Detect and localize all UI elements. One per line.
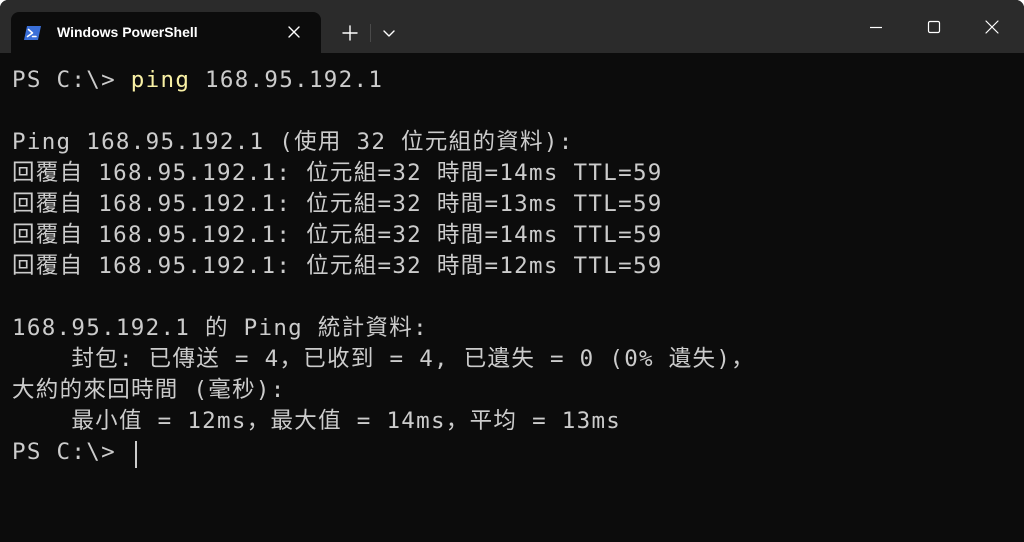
text-cursor	[135, 441, 137, 468]
command-line: PS C:\> ping 168.95.192.1	[12, 65, 383, 96]
prompt-line: PS C:\>	[12, 439, 131, 465]
terminal-window: Windows PowerShell PS C:\> ping 168.95.1…	[0, 0, 1024, 542]
output-line: 回覆自 168.95.192.1: 位元組=32 時間=14ms TTL=59	[12, 160, 663, 186]
tab-powershell[interactable]: Windows PowerShell	[11, 12, 321, 53]
title-bar: Windows PowerShell	[0, 0, 1024, 53]
plus-icon[interactable]	[336, 19, 364, 47]
powershell-icon	[24, 26, 41, 40]
tab-title: Windows PowerShell	[57, 24, 198, 40]
close-icon[interactable]	[966, 4, 1018, 50]
minimize-icon[interactable]	[850, 4, 902, 50]
output-line: Ping 168.95.192.1 (使用 32 位元組的資料):	[12, 129, 574, 155]
output-line: 回覆自 168.95.192.1: 位元組=32 時間=14ms TTL=59	[12, 222, 663, 248]
output-line: 封包: 已傳送 = 4，已收到 = 4, 已遺失 = 0 (0% 遺失)，	[12, 346, 755, 372]
prompt: PS C:\>	[12, 67, 131, 93]
output-line: 回覆自 168.95.192.1: 位元組=32 時間=12ms TTL=59	[12, 253, 663, 279]
output-line: 大約的來回時間 (毫秒):	[12, 377, 286, 403]
divider	[370, 24, 371, 42]
command-name: ping	[130, 67, 191, 93]
output-line: 回覆自 168.95.192.1: 位元組=32 時間=13ms TTL=59	[12, 191, 663, 217]
maximize-icon[interactable]	[908, 4, 960, 50]
output-line: 168.95.192.1 的 Ping 統計資料:	[12, 315, 428, 341]
close-icon[interactable]	[283, 21, 305, 43]
chevron-down-icon[interactable]	[376, 19, 402, 47]
output-line: 最小值 = 12ms，最大值 = 14ms，平均 = 13ms	[12, 408, 622, 434]
command-args: 168.95.192.1	[190, 67, 384, 93]
terminal-output[interactable]: PS C:\> ping 168.95.192.1 Ping 168.95.19…	[0, 53, 1024, 542]
